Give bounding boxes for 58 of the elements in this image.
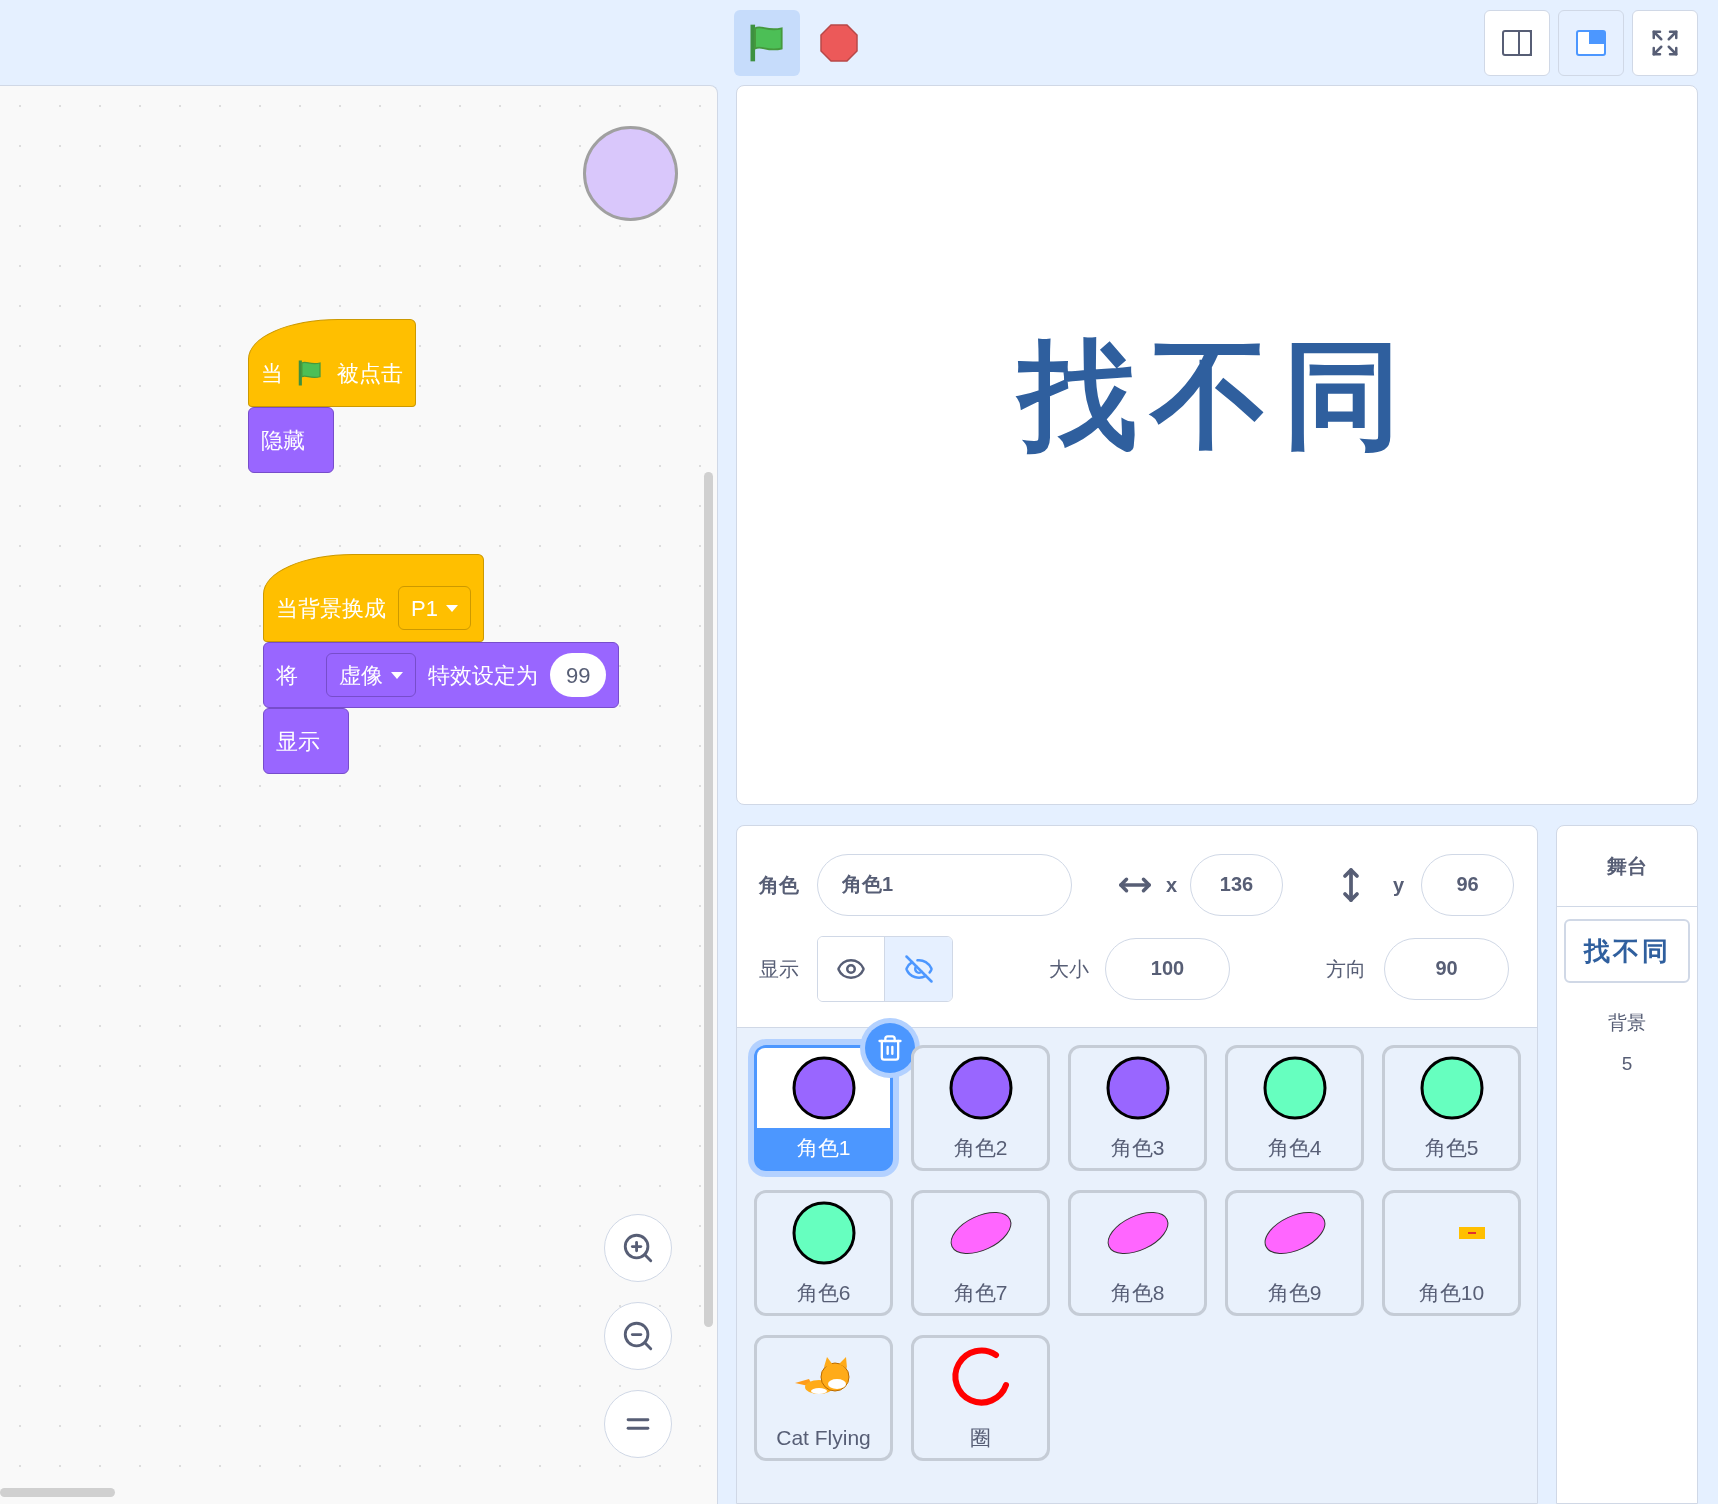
looks-block[interactable]: 显示 bbox=[263, 708, 349, 774]
circle-icon bbox=[947, 1055, 1014, 1121]
size-field[interactable]: 100 bbox=[1105, 937, 1230, 1000]
sprite-tile[interactable]: 圈 bbox=[911, 1335, 1050, 1461]
layout-icon bbox=[1502, 29, 1532, 56]
stage-layout-button[interactable] bbox=[1484, 9, 1550, 76]
circle-icon bbox=[1418, 1055, 1485, 1121]
x-field[interactable]: 136 bbox=[1190, 853, 1283, 916]
backdrops-label: 背景 bbox=[1608, 1011, 1646, 1035]
direction-label: 方向 bbox=[1326, 956, 1367, 982]
block-label: 将 bbox=[276, 661, 298, 690]
sprite-tile[interactable]: 角色2 bbox=[911, 1045, 1050, 1171]
circle-icon bbox=[790, 1200, 857, 1266]
sprite-tile[interactable]: 角色3 bbox=[1068, 1045, 1207, 1171]
trash-icon bbox=[876, 1034, 904, 1062]
stage-panel-title: 舞台 bbox=[1607, 854, 1647, 879]
block-label: 被点击 bbox=[337, 359, 403, 388]
direction-field[interactable]: 90 bbox=[1384, 937, 1509, 1000]
flag-button[interactable] bbox=[734, 9, 800, 76]
looks-block[interactable]: 隐藏 bbox=[248, 407, 334, 473]
circle-icon bbox=[1261, 1055, 1328, 1121]
show-button[interactable] bbox=[818, 936, 885, 1001]
block-label: 当背景换成 bbox=[276, 594, 386, 623]
circle-icon bbox=[790, 1055, 857, 1121]
looks-block[interactable]: 将 虚像 特效设定为 99 bbox=[263, 642, 620, 708]
zoom-out-icon bbox=[621, 1319, 655, 1353]
zoom-in-icon bbox=[621, 1231, 655, 1265]
sprite-tile[interactable]: 角色6 bbox=[754, 1190, 893, 1316]
horizontal-scrollbar[interactable] bbox=[0, 1488, 115, 1497]
x-label: x bbox=[1166, 872, 1179, 898]
sprite-tile[interactable]: Cat Flying bbox=[754, 1335, 893, 1461]
circle-icon bbox=[1104, 1055, 1171, 1121]
backdrops-count: 5 bbox=[1621, 1051, 1633, 1076]
sprite-tile[interactable]: 角色5 bbox=[1382, 1045, 1521, 1171]
effect-dropdown[interactable]: 虚像 bbox=[326, 653, 416, 697]
sprite-name-field[interactable]: 角色1 bbox=[817, 853, 1072, 916]
badge-icon bbox=[1458, 1227, 1485, 1239]
sprite-tile[interactable]: 角色8 bbox=[1068, 1190, 1207, 1316]
sprite-tile[interactable]: 角色7 bbox=[911, 1190, 1050, 1316]
y-label: y bbox=[1393, 872, 1406, 898]
sprite-tile[interactable]: 角色4 bbox=[1225, 1045, 1364, 1171]
block-label: 特效设定为 bbox=[428, 661, 538, 690]
eye-off-icon bbox=[903, 953, 934, 984]
y-field[interactable]: 96 bbox=[1421, 853, 1514, 916]
vertical-scrollbar[interactable] bbox=[704, 472, 713, 1327]
show-label: 显示 bbox=[759, 956, 800, 982]
value-input[interactable]: 99 bbox=[550, 653, 607, 697]
block-label: 当 bbox=[261, 359, 283, 388]
size-label: 大小 bbox=[1049, 956, 1090, 982]
sprite-label: 角色 bbox=[759, 872, 800, 898]
layout-icon bbox=[1576, 29, 1606, 56]
fullscreen-icon bbox=[1650, 27, 1680, 58]
stage-thumbnail[interactable]: 找不同 bbox=[1564, 919, 1690, 983]
sprite-tile[interactable]: 角色10 bbox=[1382, 1190, 1521, 1316]
stop-icon bbox=[819, 22, 859, 63]
stage-layout-button[interactable] bbox=[1632, 9, 1698, 76]
stage-layout-button[interactable] bbox=[1558, 9, 1624, 76]
sprite-tile[interactable]: 角色9 bbox=[1225, 1190, 1364, 1316]
